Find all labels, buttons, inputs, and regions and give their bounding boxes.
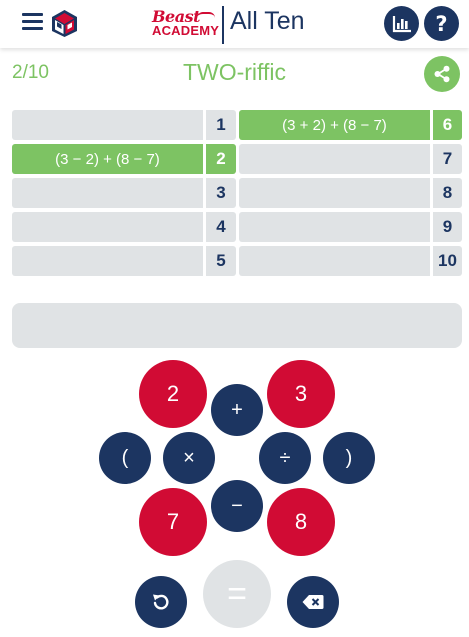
slot-6-expression: (3 + 2) + (8 − 7) [239, 110, 430, 140]
backspace-icon [302, 595, 324, 609]
slot-8-number: 8 [433, 178, 462, 208]
number-key-3[interactable]: 3 [267, 360, 335, 428]
slot-9-number: 9 [433, 212, 462, 242]
slot-9-expression [239, 212, 430, 242]
close-paren-key[interactable]: ) [323, 432, 375, 484]
times-key[interactable]: × [163, 432, 215, 484]
slot-5-expression [12, 246, 203, 276]
slot-3-number: 3 [206, 178, 236, 208]
top-bar: Beast ACADEMY All Ten ? [0, 0, 469, 48]
slot-7-number: 7 [433, 144, 462, 174]
header-divider [222, 6, 224, 44]
slot-1-expression [12, 110, 203, 140]
slot-10-expression [239, 246, 430, 276]
undo-button[interactable] [135, 576, 187, 628]
logo-line2: ACADEMY [152, 23, 220, 38]
share-button[interactable] [424, 56, 460, 92]
number-key-7[interactable]: 7 [139, 488, 207, 556]
help-button[interactable]: ? [424, 6, 459, 41]
number-key-2[interactable]: 2 [139, 360, 207, 428]
slot-6-number: 6 [433, 110, 462, 140]
backspace-button[interactable] [287, 576, 339, 628]
menu-icon[interactable] [22, 13, 43, 31]
number-key-8[interactable]: 8 [267, 488, 335, 556]
puzzle-title: TWO-riffic [182, 59, 287, 85]
slot-8-expression [239, 178, 430, 208]
slot-3-expression [12, 178, 203, 208]
question-mark-icon: ? [435, 11, 448, 36]
slot-10-number: 10 [433, 246, 462, 276]
slot-7-expression [239, 144, 430, 174]
divide-key[interactable]: ÷ [259, 432, 311, 484]
minus-key[interactable]: − [211, 480, 263, 532]
share-icon [434, 65, 450, 83]
stats-button[interactable] [384, 6, 419, 41]
slot-4-expression [12, 212, 203, 242]
equals-button[interactable]: = [203, 560, 271, 628]
undo-icon [153, 594, 169, 610]
logo-tail [197, 12, 215, 18]
slot-2-expression: (3 − 2) + (8 − 7) [12, 144, 203, 174]
slot-2-number: 2 [206, 144, 236, 174]
open-paren-key[interactable]: ( [99, 432, 151, 484]
app-title: All Ten [230, 7, 305, 35]
slot-5-number: 5 [206, 246, 236, 276]
expression-input[interactable] [12, 303, 462, 348]
slot-1-number: 1 [206, 110, 236, 140]
beast-academy-logo: Beast ACADEMY [152, 7, 220, 39]
bar-chart-icon [392, 15, 411, 32]
cube-logo-icon[interactable] [51, 9, 78, 38]
slot-4-number: 4 [206, 212, 236, 242]
plus-key[interactable]: + [211, 384, 263, 436]
